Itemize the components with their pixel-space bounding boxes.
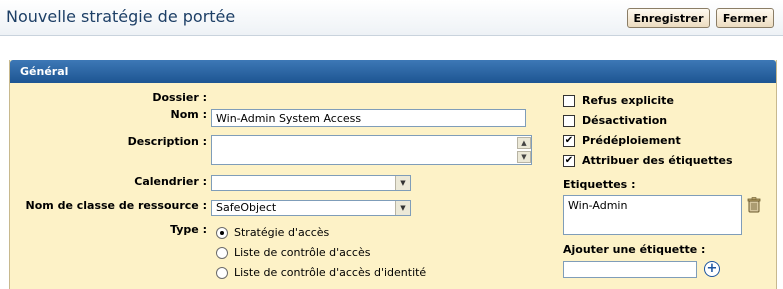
name-label: Nom : xyxy=(170,108,207,121)
type-option-identity-acl[interactable]: Liste de contrôle d'accès d'identité xyxy=(216,266,426,279)
resource-class-select[interactable]: SafeObject ▼ xyxy=(211,200,411,216)
checkbox-label: Désactivation xyxy=(582,114,668,127)
chevron-down-icon[interactable]: ▼ xyxy=(395,201,410,215)
add-tag-label: Ajouter une étiquette : xyxy=(563,243,706,256)
type-option-acl[interactable]: Liste de contrôle d'accès xyxy=(216,246,370,259)
checkbox-label: Refus explicite xyxy=(582,94,674,107)
description-label: Description : xyxy=(127,135,207,148)
type-option-label: Stratégie d'accès xyxy=(234,226,330,239)
tags-list[interactable]: Win-Admin xyxy=(563,195,742,235)
scroll-down-icon[interactable]: ▼ xyxy=(517,151,531,163)
name-input[interactable] xyxy=(211,109,526,127)
check-icon[interactable]: ✔ xyxy=(563,134,575,147)
page-title: Nouvelle stratégie de portée xyxy=(6,7,236,26)
checkbox-icon[interactable] xyxy=(563,114,575,127)
checkbox-deactivation[interactable]: Désactivation xyxy=(563,114,667,127)
type-option-label: Liste de contrôle d'accès d'identité xyxy=(234,266,427,279)
calendar-label: Calendrier : xyxy=(134,175,207,188)
add-icon[interactable]: + xyxy=(704,261,720,277)
panel-title: Général xyxy=(20,65,69,78)
description-textarea[interactable]: ▲ ▼ xyxy=(211,135,532,165)
panel-header: Général xyxy=(10,60,776,83)
save-button[interactable]: Enregistrer xyxy=(627,8,710,28)
type-option-access-strategy[interactable]: Stratégie d'accès xyxy=(216,226,329,239)
scroll-up-icon[interactable]: ▲ xyxy=(517,137,531,149)
tags-label: Etiquettes : xyxy=(563,178,636,191)
radio-icon[interactable] xyxy=(216,246,228,259)
calendar-select[interactable]: ▼ xyxy=(211,175,411,191)
title-bar: Nouvelle stratégie de portée Enregistrer… xyxy=(0,0,783,36)
resource-class-value: SafeObject xyxy=(216,201,277,214)
type-label: Type : xyxy=(170,223,207,236)
checkbox-explicit-deny[interactable]: Refus explicite xyxy=(563,94,674,107)
add-tag-input[interactable] xyxy=(563,261,697,278)
type-option-label: Liste de contrôle d'accès xyxy=(234,246,371,259)
checkbox-icon[interactable] xyxy=(563,94,575,107)
trash-icon[interactable] xyxy=(747,197,761,213)
check-icon[interactable]: ✔ xyxy=(563,154,575,167)
tag-item[interactable]: Win-Admin xyxy=(568,199,737,212)
folder-label: Dossier : xyxy=(152,91,207,104)
general-panel: Général Dossier : Nom : Description : Ca… xyxy=(9,60,777,289)
radio-icon[interactable] xyxy=(216,226,228,239)
resource-class-label: Nom de classe de ressource : xyxy=(25,199,207,212)
checkbox-label: Attribuer des étiquettes xyxy=(582,154,733,167)
close-button[interactable]: Fermer xyxy=(716,8,774,28)
chevron-down-icon[interactable]: ▼ xyxy=(395,176,410,190)
radio-icon[interactable] xyxy=(216,266,228,279)
checkbox-assign-tags[interactable]: ✔ Attribuer des étiquettes xyxy=(563,154,733,167)
checkbox-label: Prédéploiement xyxy=(582,134,681,147)
checkbox-predeployment[interactable]: ✔ Prédéploiement xyxy=(563,134,681,147)
